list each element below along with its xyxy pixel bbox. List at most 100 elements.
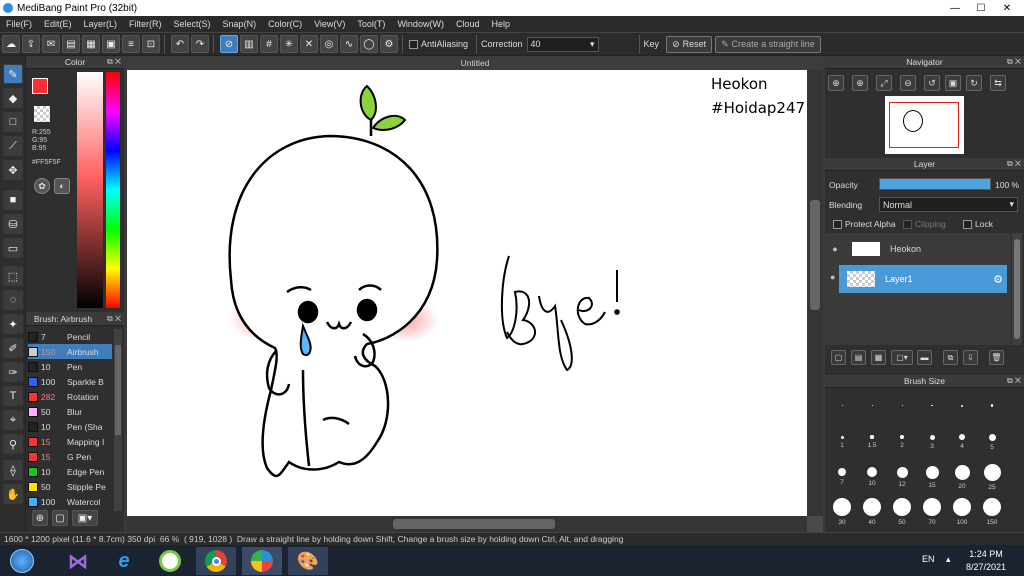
lock-checkbox[interactable]: [963, 219, 972, 229]
text-tool-icon[interactable]: T: [3, 386, 23, 406]
brush-size-option[interactable]: ·: [827, 390, 857, 424]
brush-menu-icon[interactable]: ▣▾: [72, 510, 98, 526]
scrollbar-thumb[interactable]: [115, 345, 121, 435]
brush-size-option[interactable]: 150: [977, 495, 1007, 529]
add-layer-menu-icon[interactable]: ▢▾: [891, 350, 913, 365]
brush-item[interactable]: 10 Edge Pen: [28, 464, 112, 479]
fill-rect-tool-icon[interactable]: ■: [3, 190, 23, 210]
upload-icon[interactable]: ⇪: [22, 35, 40, 53]
layer-list-scrollbar[interactable]: [1012, 233, 1022, 345]
blending-select[interactable]: Normal ▾: [879, 197, 1018, 212]
maximize-button[interactable]: ☐: [970, 0, 992, 16]
comment-icon[interactable]: ✉: [42, 35, 60, 53]
folder-icon[interactable]: ▬: [917, 350, 932, 365]
new-layer-icon[interactable]: ▢: [831, 350, 846, 365]
brush-size-option[interactable]: 30: [827, 495, 857, 529]
protect-alpha-checkbox[interactable]: [833, 219, 842, 229]
brush-item[interactable]: 50 Blur: [28, 404, 112, 419]
palette-icon[interactable]: ✿: [34, 178, 50, 194]
rectangle-tool-icon[interactable]: □: [3, 112, 23, 132]
hue-slider[interactable]: [106, 72, 120, 308]
chat-icon[interactable]: ▤: [62, 35, 80, 53]
brush-list-scrollbar[interactable]: [114, 329, 122, 511]
zoom-in-icon[interactable]: ⊕: [828, 75, 844, 91]
menu-snap[interactable]: Snap(N): [217, 19, 263, 29]
gear-icon[interactable]: ⚙: [993, 273, 1003, 286]
clipping-option[interactable]: Clipping: [901, 219, 946, 229]
reset-view-icon[interactable]: ▣: [945, 75, 961, 91]
lasso-tool-icon[interactable]: ◌: [3, 290, 23, 310]
brush-size-option[interactable]: 1: [827, 425, 857, 459]
minimize-button[interactable]: —: [944, 0, 966, 16]
brush-item[interactable]: 150 Airbrush: [28, 344, 112, 359]
dropper-tool-icon[interactable]: ⟠: [3, 460, 23, 480]
visibility-icon[interactable]: ●: [830, 272, 835, 282]
panel-options-icon[interactable]: ⧉ ✕: [1007, 159, 1021, 169]
material-icon[interactable]: ▣: [102, 35, 120, 53]
brush-size-option[interactable]: 40: [857, 495, 887, 529]
menu-color[interactable]: Color(C): [262, 19, 308, 29]
eraser-tool-icon[interactable]: ◆: [3, 88, 23, 108]
taskbar-medibang[interactable]: [242, 547, 282, 575]
correction-select[interactable]: 40 ▾: [526, 36, 599, 52]
brightness-slider[interactable]: [77, 72, 103, 308]
opacity-slider[interactable]: [879, 178, 991, 190]
move-tool-icon[interactable]: ✥: [3, 160, 23, 180]
brush-size-option[interactable]: 12: [887, 460, 917, 494]
brush-item[interactable]: 10 Pen (Sha: [28, 419, 112, 434]
close-button[interactable]: ✕: [996, 0, 1018, 16]
brush-size-option[interactable]: 4: [947, 425, 977, 459]
ellipse-snap-icon[interactable]: ◯: [360, 35, 378, 53]
brush-item[interactable]: 282 Rotation: [28, 389, 112, 404]
navigator-view-rect[interactable]: [889, 102, 959, 148]
menu-help[interactable]: Help: [485, 19, 516, 29]
merge-down-icon[interactable]: ⇩: [963, 350, 978, 365]
cross-snap-icon[interactable]: ✕: [300, 35, 318, 53]
brush-size-option[interactable]: ·: [917, 390, 947, 424]
new-8bit-layer-icon[interactable]: ▦: [871, 350, 886, 365]
new-halftone-layer-icon[interactable]: ▤: [851, 350, 866, 365]
cloud-icon[interactable]: ☁: [2, 35, 20, 53]
transparent-color-swatch[interactable]: [34, 106, 50, 122]
fit-screen-icon[interactable]: ⤢: [876, 75, 892, 91]
select-pen-tool-icon[interactable]: ✐: [3, 338, 23, 358]
visibility-icon[interactable]: ●: [828, 244, 842, 254]
brush-item[interactable]: 7 Pencil: [28, 329, 112, 344]
primary-color-swatch[interactable]: [32, 78, 48, 94]
gradient-tool-icon[interactable]: ▭: [3, 238, 23, 258]
lock-option[interactable]: Lock: [961, 219, 993, 229]
antialiasing-checkbox[interactable]: [409, 39, 418, 49]
snap-off-icon[interactable]: ⊘: [220, 35, 238, 53]
brush-size-option[interactable]: 70: [917, 495, 947, 529]
brush-size-option[interactable]: ·: [857, 390, 887, 424]
panel-options-icon[interactable]: ⧉ ✕: [1007, 57, 1021, 67]
circle-snap-icon[interactable]: ◎: [320, 35, 338, 53]
brush-size-option[interactable]: 25: [977, 460, 1007, 494]
brush-size-option[interactable]: 5: [977, 425, 1007, 459]
brush-size-option[interactable]: 7: [827, 460, 857, 494]
rotate-right-icon[interactable]: ↻: [966, 75, 982, 91]
protect-alpha-option[interactable]: Protect Alpha: [831, 219, 896, 229]
brush-size-option[interactable]: ·: [887, 390, 917, 424]
grid-snap-icon[interactable]: #: [260, 35, 278, 53]
scrollbar-thumb[interactable]: [1014, 239, 1020, 339]
brush-size-option[interactable]: 3: [917, 425, 947, 459]
rotate-left-icon[interactable]: ↺: [924, 75, 940, 91]
clipping-checkbox[interactable]: [903, 219, 912, 229]
color-set-icon[interactable]: ◐: [54, 178, 70, 194]
flip-icon[interactable]: ⇆: [990, 75, 1006, 91]
brush-size-option[interactable]: 1.5: [857, 425, 887, 459]
brush-size-option[interactable]: 100: [947, 495, 977, 529]
straight-line-button[interactable]: ✎ Create a straight line: [715, 35, 821, 53]
zoom-in-step-icon[interactable]: ⊕: [852, 75, 868, 91]
layer-row[interactable]: ● Heokon: [828, 235, 1006, 263]
eyedropper-tool-icon[interactable]: ⚲: [3, 434, 23, 454]
brush-size-option[interactable]: 20: [947, 460, 977, 494]
panel-options-icon[interactable]: ⧉ ✕: [107, 57, 121, 67]
panel-options-icon[interactable]: ⧉ ✕: [107, 314, 121, 324]
menu-edit[interactable]: Edit(E): [38, 19, 78, 29]
taskbar-visual-studio[interactable]: ⋈: [58, 547, 98, 575]
export-icon[interactable]: ⊡: [142, 35, 160, 53]
settings-icon[interactable]: ⚙: [380, 35, 398, 53]
brush-item[interactable]: 15 G Pen: [28, 449, 112, 464]
